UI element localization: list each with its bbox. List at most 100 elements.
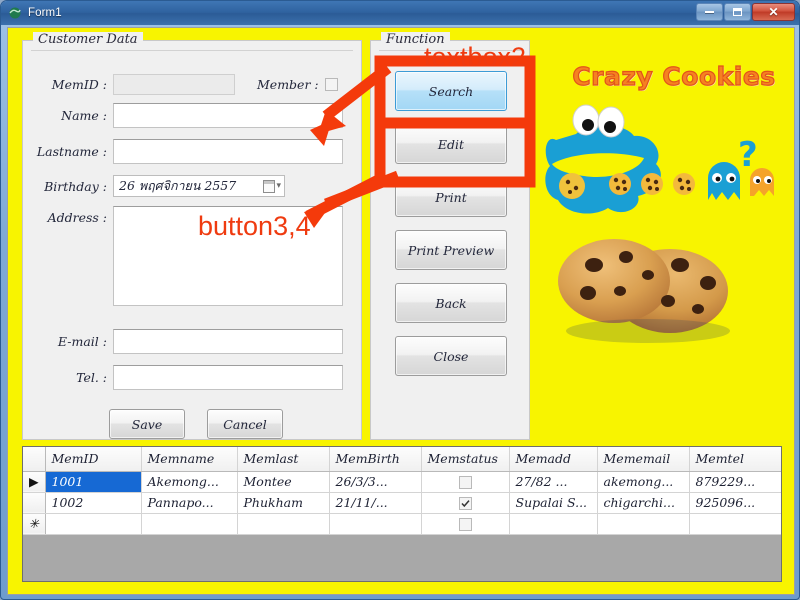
cell-memid[interactable] <box>45 513 142 535</box>
tel-input[interactable] <box>113 365 343 390</box>
name-input[interactable] <box>113 103 343 128</box>
close-icon: ✕ <box>768 5 779 19</box>
cell-memstatus[interactable] <box>421 471 510 493</box>
birthday-value: 26 พฤศจิกายน 2557 <box>119 178 237 193</box>
memid-label: MemID : <box>51 77 107 92</box>
close-button[interactable]: ✕ <box>752 3 795 21</box>
chocolate-chip-cookies-photo <box>558 239 730 343</box>
customer-data-groupbox: Customer Data MemID : Member : Name : La… <box>22 32 363 440</box>
table-row[interactable]: 1002 Pannapo... Phukham 21/11/... Supala… <box>23 492 781 514</box>
col-membirth[interactable]: MemBirth <box>329 447 422 472</box>
member-label: Member : <box>257 77 319 92</box>
name-label: Name : <box>61 108 107 123</box>
svg-text:?: ? <box>738 135 758 175</box>
cell-membirth[interactable]: 26/3/3... <box>329 471 422 493</box>
col-memtel[interactable]: Memtel <box>689 447 781 472</box>
cell-memtel[interactable] <box>689 513 781 535</box>
print-preview-button[interactable]: Print Preview <box>395 230 507 270</box>
application-window: Form1 ✕ Customer Data MemID : Member : N… <box>0 0 800 600</box>
maximize-button[interactable] <box>724 3 751 21</box>
cancel-button[interactable]: Cancel <box>207 409 283 439</box>
cell-memname[interactable]: Akemong... <box>141 471 238 493</box>
cell-memstatus[interactable] <box>421 492 510 514</box>
tel-label: Tel. : <box>76 370 107 385</box>
cell-memlast[interactable]: Montee <box>237 471 330 493</box>
cell-memadd[interactable]: Supalai S... <box>509 492 598 514</box>
memid-row: MemID : Member : <box>23 74 363 95</box>
row-marker[interactable] <box>23 492 46 514</box>
calendar-dropdown-icon[interactable]: ▾ <box>263 179 281 193</box>
window-title: Form1 <box>28 7 62 19</box>
window-controls: ✕ <box>696 3 795 21</box>
birthday-label: Birthday : <box>44 178 107 194</box>
cell-memstatus[interactable] <box>421 513 510 535</box>
email-input[interactable] <box>113 329 343 354</box>
members-datagrid[interactable]: MemID Memname Memlast MemBirth Memstatus… <box>22 446 782 582</box>
cell-memname[interactable]: Pannapo... <box>141 492 238 514</box>
function-groupbox: Function Search Edit Print Print Preview… <box>370 32 530 440</box>
app-icon <box>8 6 22 20</box>
col-memname[interactable]: Memname <box>141 447 238 472</box>
back-button[interactable]: Back <box>395 283 507 323</box>
member-checkbox[interactable] <box>324 78 338 91</box>
minimize-button[interactable] <box>696 3 723 21</box>
print-button[interactable]: Print <box>395 177 507 217</box>
blue-ghost-icon <box>708 162 740 200</box>
status-checkbox[interactable] <box>458 476 472 489</box>
cell-memid[interactable]: 1002 <box>45 492 142 514</box>
close-form-button[interactable]: Close <box>395 336 507 376</box>
cell-memlast[interactable] <box>237 513 330 535</box>
lastname-label: Lastname : <box>36 144 107 159</box>
datagrid-header-row: MemID Memname Memlast MemBirth Memstatus… <box>23 447 781 472</box>
cell-memlast[interactable]: Phukham <box>237 492 330 514</box>
cell-memtel[interactable]: 925096... <box>689 492 781 514</box>
row-marker[interactable]: ▶ <box>23 471 46 493</box>
annotation-textbox2: textbox2 <box>424 42 527 72</box>
col-memlast[interactable]: Memlast <box>237 447 330 472</box>
cell-mememail[interactable] <box>597 513 690 535</box>
rowheader-corner[interactable] <box>23 447 46 472</box>
address-row: Address : <box>23 206 363 306</box>
name-row: Name : <box>23 103 363 128</box>
groupbox-divider <box>31 50 353 51</box>
col-memid[interactable]: MemID <box>45 447 142 472</box>
cell-memadd[interactable] <box>509 513 598 535</box>
cell-memid[interactable]: 1001 <box>45 471 142 493</box>
minimize-icon <box>705 11 714 13</box>
tel-row: Tel. : <box>23 365 363 390</box>
col-mememail[interactable]: Mememail <box>597 447 690 472</box>
cookie-icon <box>641 173 663 195</box>
col-memadd[interactable]: Memadd <box>509 447 598 472</box>
status-checkbox[interactable] <box>458 518 472 531</box>
birthday-datepicker[interactable]: 26 พฤศจิกายน 2557 ▾ <box>113 175 285 197</box>
datagrid-empty-space <box>23 534 781 581</box>
cookie-icon <box>673 173 695 195</box>
email-row: E-mail : <box>23 329 363 354</box>
artwork-panel: Crazy Cookies ? <box>538 40 790 440</box>
table-row[interactable]: ✳ <box>23 513 781 535</box>
search-button[interactable]: Search <box>395 71 507 111</box>
cell-mememail[interactable]: akemong... <box>597 471 690 493</box>
edit-button[interactable]: Edit <box>395 124 507 164</box>
crazy-cookies-logo: Crazy Cookies <box>572 61 776 91</box>
cell-membirth[interactable]: 21/11/... <box>329 492 422 514</box>
status-checkbox[interactable] <box>458 497 472 510</box>
cell-memtel[interactable]: 879229... <box>689 471 781 493</box>
cell-memadd[interactable]: 27/82 ... <box>509 471 598 493</box>
cookie-monster-icon <box>545 104 661 214</box>
save-button[interactable]: Save <box>109 409 185 439</box>
datagrid-table: MemID Memname Memlast MemBirth Memstatus… <box>23 447 781 535</box>
table-row[interactable]: ▶ 1001 Akemong... Montee 26/3/3... 27/82… <box>23 471 781 493</box>
customer-data-title: Customer Data <box>33 32 143 47</box>
new-row-marker[interactable]: ✳ <box>23 513 46 535</box>
col-memstatus[interactable]: Memstatus <box>421 447 510 472</box>
cell-memname[interactable] <box>141 513 238 535</box>
cell-mememail[interactable]: chigarchi... <box>597 492 690 514</box>
cookie-icon <box>609 173 631 195</box>
email-label: E-mail : <box>57 334 107 349</box>
cell-membirth[interactable] <box>329 513 422 535</box>
lastname-input[interactable] <box>113 139 343 164</box>
question-mark-icon: ? <box>738 135 758 175</box>
memid-input[interactable] <box>113 74 235 95</box>
calendar-icon <box>263 179 276 193</box>
